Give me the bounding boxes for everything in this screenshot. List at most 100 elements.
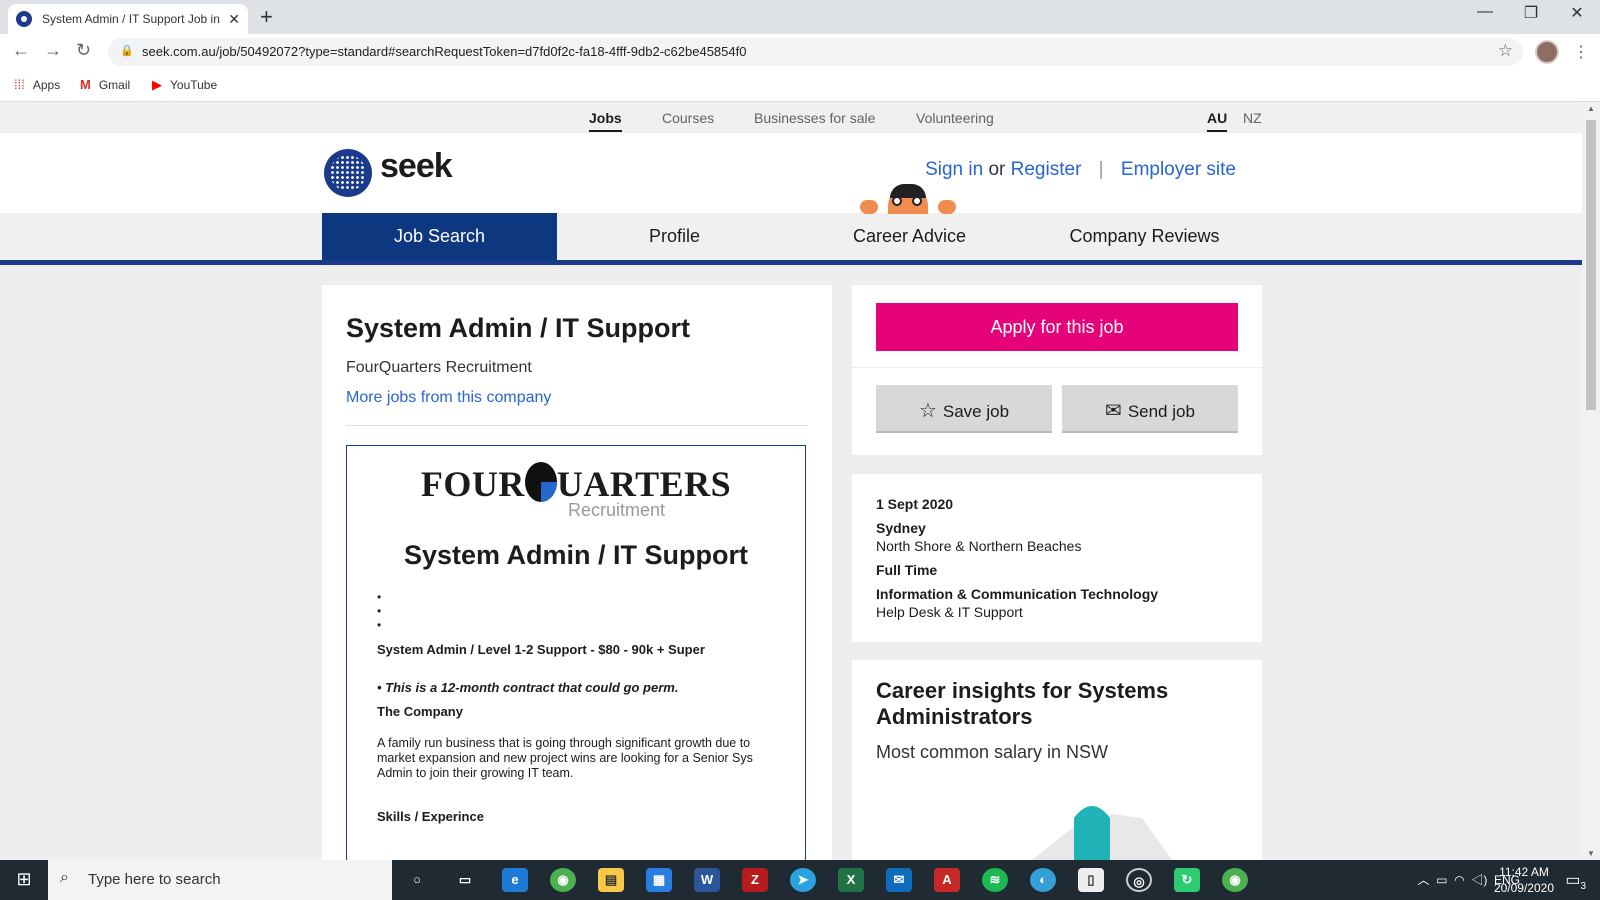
more-jobs-link[interactable]: More jobs from this company: [346, 389, 551, 407]
insights-subtitle: Most common salary in NSW: [876, 742, 1109, 762]
or-text: or: [988, 159, 1006, 180]
site-nav-businesses[interactable]: Businesses for sale: [754, 110, 875, 126]
url-text: seek.com.au/job/50492072?type=standard#s…: [142, 44, 747, 59]
seek-logo-text[interactable]: seek: [380, 147, 453, 186]
site-nav-volunteering[interactable]: Volunteering: [916, 110, 994, 126]
bookmark-youtube[interactable]: ▶ YouTube: [152, 77, 217, 93]
envelope-icon: ✉: [1105, 400, 1122, 422]
minimize-icon[interactable]: —: [1462, 3, 1508, 21]
address-bar[interactable]: 🔒 seek.com.au/job/50492072?type=standard…: [108, 38, 1523, 66]
apps-grid-icon: ⁞⁞⁞: [14, 77, 25, 92]
locale-nz[interactable]: NZ: [1243, 110, 1262, 126]
scroll-thumb[interactable]: [1586, 120, 1596, 410]
mail-icon[interactable]: ✉: [886, 868, 912, 892]
cortana-icon[interactable]: ○: [404, 868, 430, 892]
company-name: FourQuarters Recruitment: [346, 359, 532, 376]
back-icon[interactable]: ←: [12, 40, 30, 61]
acrobat-icon[interactable]: A: [934, 868, 960, 892]
spotify-icon[interactable]: ≋: [982, 868, 1008, 892]
tab-career-advice[interactable]: Career Advice: [792, 213, 1027, 260]
apply-card: Apply for this job ☆ Save job ✉ Send job: [852, 285, 1262, 455]
store-icon[interactable]: ▦: [646, 868, 672, 892]
task-view-icon[interactable]: ▭: [452, 868, 478, 892]
locale-au[interactable]: AU: [1207, 110, 1228, 132]
location: Sydney: [876, 520, 926, 536]
ad-title: System Admin / IT Support: [403, 540, 749, 570]
fourquarters-logo: FOUR UARTERS: [420, 462, 732, 504]
sign-in-link[interactable]: Sign in: [925, 159, 983, 180]
ad-contract-note: • This is a 12-month contract that could…: [377, 680, 679, 695]
forward-icon[interactable]: →: [44, 40, 62, 61]
browser-tab[interactable]: System Admin / IT Support Job in ✕: [8, 4, 248, 34]
site-nav-jobs[interactable]: Jobs: [589, 110, 622, 132]
sync-icon[interactable]: ↻: [1174, 868, 1200, 892]
ad-salary-line: System Admin / Level 1-2 Support - $80 -…: [377, 642, 705, 657]
mascot-peek-icon: [860, 178, 956, 218]
clock[interactable]: 11:42 AM 20/09/2020: [1494, 864, 1554, 896]
browser-menu-icon[interactable]: ⋮: [1573, 42, 1589, 62]
account-links: Sign in or Register | Employer site: [925, 159, 1236, 181]
word-icon[interactable]: W: [694, 868, 720, 892]
bullet: •: [377, 618, 382, 632]
bookmark-apps[interactable]: ⁞⁞⁞ Apps: [14, 77, 60, 92]
bullet: •: [377, 604, 382, 618]
file-explorer-icon[interactable]: ▤: [598, 868, 624, 892]
register-link[interactable]: Register: [1011, 159, 1082, 180]
excel-icon[interactable]: X: [838, 868, 864, 892]
windows-taskbar: ⊞ ⌕ Type here to search ○ ▭ e ◉ ▤ ▦ W Z ➤…: [0, 860, 1600, 900]
obs-icon[interactable]: ◎: [1126, 868, 1152, 892]
profile-avatar[interactable]: [1535, 40, 1559, 64]
save-job-button[interactable]: ☆ Save job: [876, 385, 1052, 433]
seek-favicon-icon: [16, 11, 32, 27]
scroll-up-icon[interactable]: ▲: [1587, 104, 1595, 113]
search-icon: ⌕: [60, 869, 69, 886]
windows-start-icon[interactable]: ⊞: [0, 860, 48, 900]
youtube-icon: ▶: [152, 77, 162, 92]
ad-skills-heading: Skills / Experince: [377, 809, 484, 824]
work-type: Full Time: [876, 562, 938, 578]
notification-center-icon[interactable]: ▭3: [1565, 870, 1586, 892]
reload-icon[interactable]: ↻: [76, 40, 91, 61]
divider: [346, 425, 808, 426]
browser-toolbar: ← → ↻ 🔒 seek.com.au/job/50492072?type=st…: [0, 34, 1600, 70]
divider: [852, 367, 1262, 368]
notepad-icon[interactable]: ▯: [1078, 868, 1104, 892]
site-nav-bar: Jobs Courses Businesses for sale Volunte…: [0, 102, 1582, 133]
area: North Shore & Northern Beaches: [876, 538, 1082, 554]
job-details-card: System Admin / IT Support FourQuarters R…: [322, 285, 832, 860]
quarter-circle-icon: [524, 462, 557, 502]
new-tab-button[interactable]: +: [260, 4, 273, 30]
edge-icon[interactable]: e: [502, 868, 528, 892]
tab-title: System Admin / IT Support Job in: [42, 12, 220, 26]
restore-icon[interactable]: ❐: [1508, 3, 1554, 23]
tab-strip: System Admin / IT Support Job in ✕ + — ❐…: [0, 0, 1600, 34]
separator: |: [1098, 159, 1104, 180]
job-ad-template: FOUR UARTERS Recruitment System Admin / I…: [346, 445, 806, 860]
send-job-button[interactable]: ✉ Send job: [1062, 385, 1238, 433]
job-meta-card: 1 Sept 2020 Sydney North Shore & Norther…: [852, 474, 1262, 642]
close-window-icon[interactable]: ✕: [1554, 3, 1600, 23]
app-icon[interactable]: ◐: [1030, 868, 1056, 892]
close-tab-icon[interactable]: ✕: [228, 11, 240, 28]
main-nav: Job Search Profile Career Advice Company…: [0, 213, 1582, 265]
seek-logo-icon[interactable]: [324, 149, 372, 197]
chrome-active-icon[interactable]: ◉: [1222, 868, 1248, 892]
employer-site-link[interactable]: Employer site: [1121, 159, 1236, 180]
site-header: seek Sign in or Register | Employer site: [0, 133, 1582, 213]
tab-profile[interactable]: Profile: [557, 213, 792, 260]
tab-company-reviews[interactable]: Company Reviews: [1027, 213, 1262, 260]
telegram-icon[interactable]: ➤: [790, 868, 816, 892]
chrome-icon[interactable]: ◉: [550, 868, 576, 892]
bookmark-star-icon[interactable]: ☆: [1498, 41, 1513, 61]
taskbar-search-input[interactable]: ⌕ Type here to search: [48, 860, 392, 900]
scroll-down-icon[interactable]: ▼: [1587, 849, 1595, 858]
page-scrollbar[interactable]: ▲ ▼: [1582, 102, 1600, 860]
filezilla-icon[interactable]: Z: [742, 868, 768, 892]
site-nav-courses[interactable]: Courses: [662, 110, 714, 126]
bookmark-gmail[interactable]: M Gmail: [80, 77, 130, 92]
ad-company-heading: The Company: [377, 704, 463, 719]
job-title: System Admin / IT Support: [346, 313, 691, 343]
tab-job-search[interactable]: Job Search: [322, 213, 557, 260]
gmail-icon: M: [80, 77, 91, 92]
apply-button[interactable]: Apply for this job: [876, 303, 1238, 351]
